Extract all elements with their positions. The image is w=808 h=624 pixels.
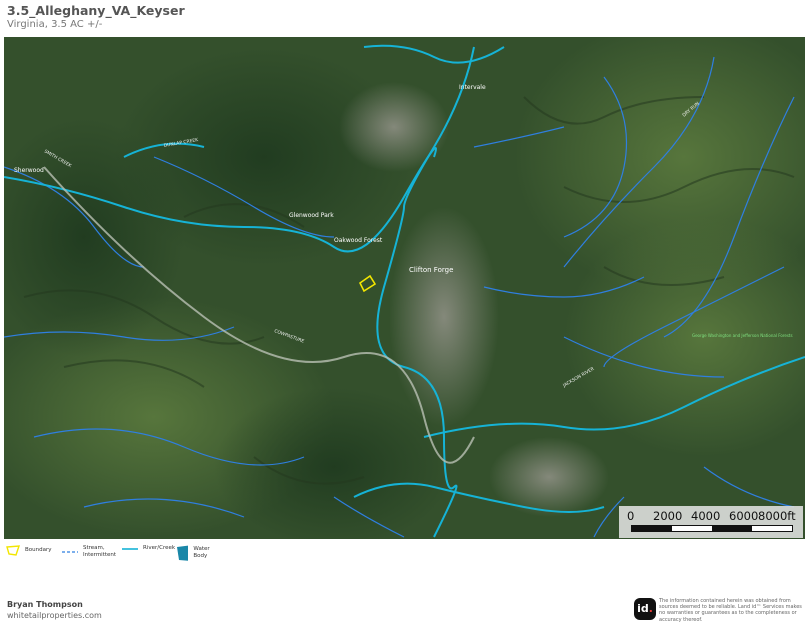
website-link[interactable]: whitetailproperties.com (7, 611, 102, 620)
stream-intermittent-icon (62, 551, 78, 553)
place-label: Sherwood (14, 167, 44, 174)
legend-label: River/Creek (143, 545, 176, 551)
boundary-icon (6, 545, 20, 556)
legend-label: Water Body (193, 546, 210, 559)
scale-segment (632, 526, 672, 531)
scale-label: 8000ft (758, 509, 796, 523)
scale-bar: 0 2000 4000 6000 8000ft (619, 506, 803, 538)
river-creek-icon (122, 547, 138, 550)
land-id-logo: id. (634, 598, 656, 620)
urban-area (389, 207, 499, 427)
legend-item-river: River/Creek (122, 545, 175, 552)
map-title: 3.5_Alleghany_VA_Keyser (7, 3, 185, 18)
legend-item-boundary: Boundary (6, 545, 52, 556)
water-body-icon (177, 545, 189, 561)
scale-label: 6000 (729, 509, 759, 523)
place-label: Clifton Forge (409, 266, 453, 274)
author-name: Bryan Thompson (7, 600, 83, 609)
place-label: Intervale (459, 84, 486, 91)
scale-segment (712, 526, 752, 531)
legend-label: Stream, Intermittent (83, 545, 117, 558)
park-label: George Washington and Jefferson National… (692, 333, 793, 338)
scale-ruler (631, 525, 793, 532)
place-label: Oakwood Forest (334, 237, 383, 244)
disclaimer-text: The information contained herein was obt… (659, 598, 802, 623)
legend-item-stream: Stream, Intermittent (62, 545, 125, 559)
legend-item-water-body: Water Body (176, 545, 215, 561)
scale-label: 2000 (653, 509, 683, 523)
satellite-map[interactable]: Oakwood Forest Sherwood Clifton Forge Gl… (4, 37, 805, 539)
scale-label: 4000 (691, 509, 721, 523)
scale-label: 0 (627, 509, 635, 523)
map-subtitle: Virginia, 3.5 AC +/- (7, 19, 103, 30)
place-label: Glenwood Park (289, 212, 334, 219)
logo-text: id (637, 602, 649, 615)
legend-label: Boundary (25, 547, 52, 553)
map-canvas: Oakwood Forest Sherwood Clifton Forge Gl… (4, 37, 805, 539)
